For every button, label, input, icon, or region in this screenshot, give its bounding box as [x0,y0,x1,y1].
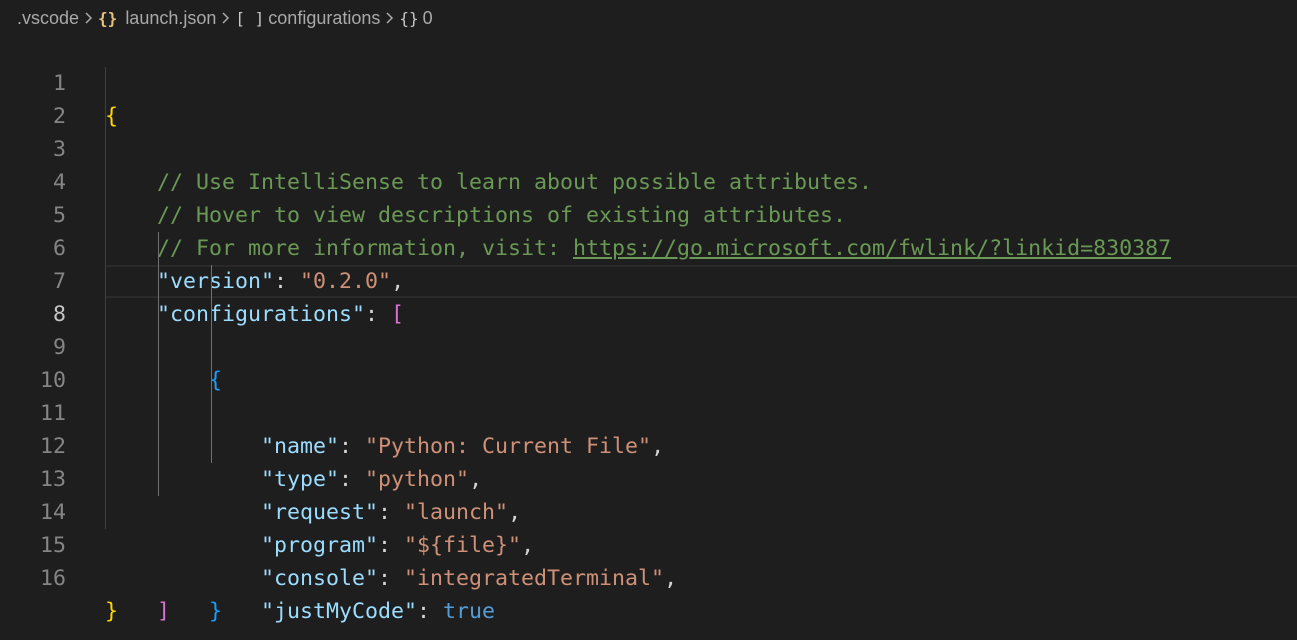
code-line[interactable]: 14 } [0,463,1297,624]
code-line[interactable]: 6 "configurations": [ [0,199,1297,327]
indent-guide [211,364,212,397]
code-line[interactable]: 10 "request": "launch", [0,331,1297,525]
json-key: "justMyCode" [261,599,418,624]
array-close-bracket: ] [157,599,171,624]
indent-guide [105,364,106,397]
indent-guide [105,463,106,496]
code-line[interactable]: 16 } [0,529,1297,624]
indent-guide [158,331,159,364]
indent-guide [105,100,106,133]
code-line[interactable]: 1 { [0,34,1297,129]
chevron-right-icon [385,11,394,25]
indent-guide [105,67,106,100]
code-line[interactable]: 7 { [0,232,1297,393]
code-line-current[interactable]: 8 "name": "Python: Current File", [0,265,1297,459]
line-content: "console": "integratedTerminal", [105,562,677,595]
code-line[interactable]: 5 "version": "0.2.0", [0,166,1297,294]
code-line[interactable]: 4 // For more information, visit: https:… [0,133,1297,261]
object-symbol-icon: {} [399,8,419,28]
breadcrumb-object[interactable]: {} 0 [399,8,432,29]
chevron-right-icon [84,11,93,25]
indent-guide [211,265,212,298]
breadcrumb-array[interactable]: [ ] configurations [235,8,380,29]
indent-guide [158,397,159,430]
indent-guide [105,133,106,166]
breadcrumb: .vscode {} launch.json [ ] configuration… [17,0,433,36]
indent-guide [158,463,159,496]
indent-guide [158,430,159,463]
indent-guide [105,166,106,199]
json-boolean-value: true [443,599,496,624]
indent-guide [158,232,159,265]
json-file-icon: {} [98,8,118,28]
json-key: "console" [261,566,379,591]
chevron-right-icon [221,11,230,25]
indent-guide [105,265,106,298]
breadcrumb-file-label: launch.json [125,7,217,28]
code-editor[interactable]: .vscode {} launch.json [ ] configuration… [0,0,1297,640]
indent-guide [158,265,159,298]
code-area[interactable]: 1 { 2 // Use IntelliSense to learn about… [0,34,1297,624]
indent-guide [105,496,106,529]
code-line[interactable]: 12 "console": "integratedTerminal", [0,397,1297,591]
colon: : [417,599,444,624]
object-close-brace: } [209,599,223,624]
code-line[interactable]: 15 ] [0,496,1297,624]
breadcrumb-array-label: configurations [268,7,381,28]
colon: : [378,566,405,591]
indent-guide [105,232,106,265]
indent-guide [105,430,106,463]
code-line[interactable]: 9 "type": "python", [0,298,1297,492]
indent-guide [211,397,212,430]
comma: , [664,566,678,591]
indent-guide [105,298,106,331]
root-close-brace: } [105,599,119,624]
indent-guide [105,397,106,430]
breadcrumb-folder-label: .vscode [17,7,80,28]
indent-guide [105,199,106,232]
breadcrumb-file[interactable]: {} launch.json [98,8,216,29]
array-symbol-icon: [ ] [235,8,265,28]
code-line[interactable]: 2 // Use IntelliSense to learn about pos… [0,67,1297,195]
indent-guide [211,298,212,331]
line-number: 16 [39,566,66,591]
code-line[interactable]: 13 "justMyCode": true [0,430,1297,624]
indent-guide [158,364,159,397]
code-line[interactable]: 3 // Hover to view descriptions of exist… [0,100,1297,228]
line-content: } [105,595,118,628]
indent-guide [105,331,106,364]
breadcrumb-object-label: 0 [422,7,433,28]
indent-guide [211,430,212,463]
indent-guide [158,298,159,331]
json-string-value: "integratedTerminal" [404,566,665,591]
indent-guide [211,331,212,364]
breadcrumb-folder[interactable]: .vscode [17,8,79,29]
code-line[interactable]: 11 "program": "${file}", [0,364,1297,558]
